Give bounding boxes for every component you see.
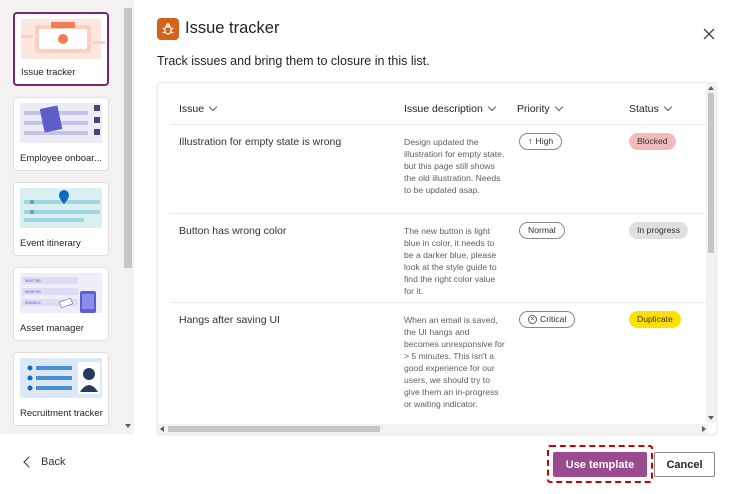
column-header-status[interactable]: Status (629, 102, 673, 115)
description-cell: The new button is light blue in color, i… (404, 226, 497, 296)
description-cell: When an email is saved, the UI hangs and… (404, 315, 505, 409)
scrollbar-thumb[interactable] (708, 93, 714, 253)
table-header: Issue Issue description Priority Status (170, 97, 708, 125)
back-button[interactable]: Back (22, 456, 65, 468)
table-row: Hangs after saving UI When an email is s… (170, 303, 708, 428)
template-list: Issue tracker Employee onboar... Event i… (0, 0, 134, 434)
arrow-up-icon: ↑ (528, 136, 533, 146)
template-label: Issue tracker (21, 67, 76, 78)
asset-manager-thumbnail: 5687786 5695796 5564512 (20, 273, 102, 313)
template-card-asset-manager[interactable]: 5687786 5695796 5564512 Asset manager (13, 267, 109, 341)
description-cell: Design updated the illustration for empt… (404, 137, 505, 195)
status-badge: In progress (629, 222, 688, 239)
recruitment-tracker-thumbnail (20, 358, 102, 398)
use-template-button[interactable]: Use template (553, 452, 647, 477)
template-label: Asset manager (20, 323, 84, 334)
template-card-employee-onboarding[interactable]: Employee onboar... (13, 97, 109, 171)
status-badge: Duplicate (629, 311, 681, 328)
scroll-down-arrow-icon[interactable] (708, 416, 714, 420)
chevron-down-icon (208, 102, 218, 112)
template-preview-table: Issue Issue description Priority Status … (157, 82, 717, 435)
template-dialog: Issue tracker Employee onboar... Event i… (0, 0, 739, 494)
scroll-down-arrow-icon[interactable] (125, 424, 131, 428)
table-row: Illustration for empty state is wrong De… (170, 125, 708, 214)
issue-tracker-thumbnail (21, 19, 105, 59)
table-row: Button has wrong color The new button is… (170, 214, 708, 303)
priority-pill: ↑ High (519, 133, 563, 150)
issue-cell: Illustration for empty state is wrong (179, 136, 342, 148)
table-vertical-scrollbar[interactable] (706, 83, 716, 423)
column-header-issue[interactable]: Issue (179, 102, 218, 115)
scroll-right-arrow-icon[interactable] (702, 426, 706, 432)
scrollbar-thumb[interactable] (124, 8, 132, 268)
scroll-up-arrow-icon[interactable] (708, 86, 714, 90)
template-card-issue-tracker[interactable]: Issue tracker (13, 12, 109, 86)
x-circle-icon: × (528, 315, 537, 324)
bug-icon (157, 18, 179, 40)
table-horizontal-scrollbar[interactable] (158, 424, 708, 434)
close-icon[interactable] (702, 27, 716, 41)
status-badge: Blocked (629, 133, 676, 150)
asset-id-text: 5695796 (25, 289, 41, 294)
template-label: Employee onboar... (20, 153, 102, 164)
back-label: Back (41, 456, 66, 468)
chevron-down-icon (554, 102, 563, 112)
template-card-event-itinerary[interactable]: Event itinerary (13, 182, 109, 256)
employee-onboarding-thumbnail (20, 103, 102, 143)
panel-subtitle: Track issues and bring them to closure i… (157, 54, 430, 68)
chevron-down-icon (663, 102, 673, 112)
asset-id-text: 5564512 (25, 300, 41, 305)
chevron-left-icon (23, 456, 35, 468)
chevron-down-icon (487, 102, 497, 112)
event-itinerary-thumbnail (20, 188, 102, 228)
template-label: Recruitment tracker (20, 408, 103, 419)
column-header-priority[interactable]: Priority (517, 102, 563, 115)
template-card-recruitment-tracker[interactable]: Recruitment tracker (13, 352, 109, 426)
issue-cell: Button has wrong color (179, 225, 287, 237)
priority-pill: Normal (519, 222, 565, 239)
template-list-scrollbar[interactable] (122, 0, 134, 434)
scrollbar-thumb[interactable] (168, 426, 380, 432)
column-header-issue-description[interactable]: Issue description (404, 102, 497, 115)
template-label: Event itinerary (20, 238, 81, 249)
asset-id-text: 5687786 (25, 278, 41, 283)
scroll-left-arrow-icon[interactable] (160, 426, 164, 432)
panel-title: Issue tracker (185, 19, 280, 37)
cancel-button[interactable]: Cancel (654, 452, 715, 477)
priority-pill: × Critical (519, 311, 576, 328)
issue-cell: Hangs after saving UI (179, 314, 280, 326)
